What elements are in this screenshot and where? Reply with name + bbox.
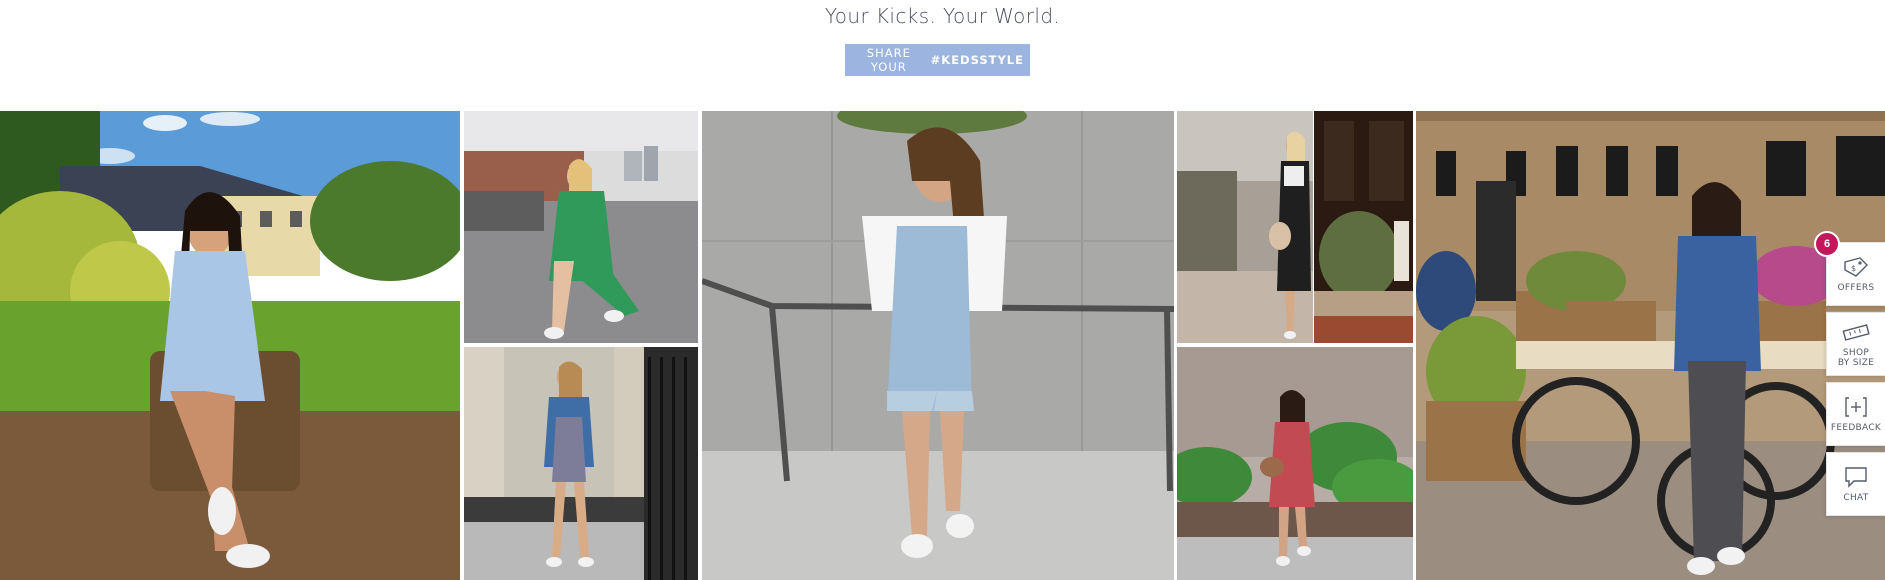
gallery-photo-4[interactable] bbox=[702, 111, 1174, 580]
share-button-prefix: SHARE YOUR bbox=[866, 46, 911, 74]
gallery-photo-8[interactable] bbox=[1416, 111, 1885, 580]
offers-count-badge: 6 bbox=[1814, 231, 1840, 257]
chat-label: CHAT bbox=[1843, 493, 1869, 503]
gallery-photo-2[interactable] bbox=[464, 111, 698, 343]
chat-button[interactable]: CHAT bbox=[1826, 452, 1885, 516]
page-tagline: Your Kicks. Your World. bbox=[824, 4, 1061, 28]
gallery-photo-6[interactable] bbox=[1314, 111, 1413, 343]
price-tag-icon: $ bbox=[1841, 255, 1871, 279]
side-action-rail: $ OFFERS SHOP BY SIZE FEEDBACK CHAT bbox=[1826, 242, 1885, 522]
share-button-hashtag: #KEDSSTYLE bbox=[930, 53, 1024, 67]
gallery-photo-5[interactable] bbox=[1177, 111, 1313, 343]
gallery-photo-7[interactable] bbox=[1177, 347, 1413, 580]
chat-bubble-icon bbox=[1841, 465, 1871, 489]
page: Your Kicks. Your World. SHARE YOUR #KEDS… bbox=[0, 0, 1885, 580]
feedback-label: FEEDBACK bbox=[1830, 423, 1882, 433]
shop-by-size-label: SHOP BY SIZE bbox=[1837, 348, 1875, 368]
shop-by-size-button[interactable]: SHOP BY SIZE bbox=[1826, 312, 1885, 376]
gallery-photo-3[interactable] bbox=[464, 347, 698, 580]
share-kedsstyle-button[interactable]: SHARE YOUR #KEDSSTYLE bbox=[845, 44, 1030, 76]
feedback-icon bbox=[1841, 395, 1871, 419]
feedback-button[interactable]: FEEDBACK bbox=[1826, 382, 1885, 446]
svg-text:$: $ bbox=[1851, 264, 1856, 273]
ruler-icon bbox=[1841, 320, 1871, 344]
ugc-photo-gallery bbox=[0, 111, 1885, 580]
gallery-photo-1[interactable] bbox=[0, 111, 460, 580]
offers-label: OFFERS bbox=[1837, 283, 1875, 293]
